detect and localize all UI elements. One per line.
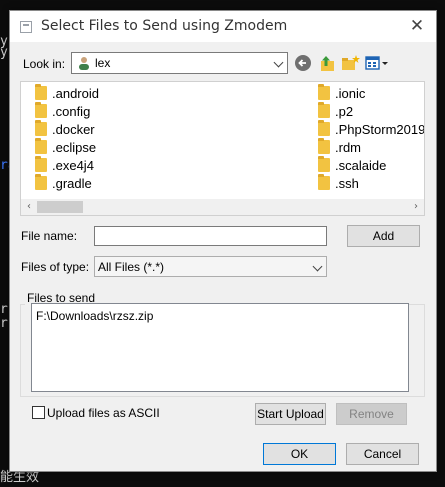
app-icon (20, 21, 32, 33)
files-of-type-value: All Files (*.*) (98, 260, 165, 274)
chevron-down-icon (273, 57, 284, 68)
new-folder-icon[interactable] (340, 53, 360, 73)
scroll-left-icon[interactable]: ‹ (24, 202, 34, 212)
cancel-button[interactable]: Cancel (346, 443, 419, 465)
folder-icon (318, 174, 330, 190)
folder-icon (35, 84, 47, 100)
close-icon[interactable]: ✕ (402, 13, 432, 39)
list-item[interactable]: .ionic (318, 84, 365, 103)
terminal-text-2: y (0, 45, 8, 60)
list-item[interactable]: .exe4j4 (35, 156, 94, 175)
chevron-down-icon (312, 261, 323, 271)
list-item[interactable]: .rdm (318, 138, 361, 157)
list-item[interactable]: .gradle (35, 174, 92, 193)
list-item[interactable]: .PhpStorm2019.2 (318, 120, 424, 139)
up-folder-icon[interactable] (317, 53, 337, 73)
add-button[interactable]: Add (347, 225, 420, 247)
horizontal-scrollbar[interactable]: ‹ › (21, 199, 424, 215)
upload-ascii-checkbox[interactable] (32, 406, 45, 419)
folder-icon (318, 102, 330, 118)
folder-icon (35, 174, 47, 190)
file-name-label: File name: (21, 229, 78, 243)
file-name-input[interactable] (94, 226, 327, 246)
title-bar[interactable]: Select Files to Send using Zmodem ✕ (10, 11, 436, 42)
start-upload-button[interactable]: Start Upload (255, 403, 326, 425)
look-in-value: lex (95, 56, 111, 70)
list-item[interactable]: .p2 (318, 102, 353, 121)
folder-icon (35, 120, 47, 136)
view-menu-icon[interactable] (364, 53, 390, 73)
files-to-send-list[interactable]: F:\Downloads\rzsz.zip (31, 303, 409, 392)
scroll-right-icon[interactable]: › (411, 202, 421, 212)
list-item[interactable]: .docker (35, 120, 95, 139)
terminal-text-5: r (0, 316, 8, 331)
back-arrow-icon[interactable] (293, 53, 313, 73)
ok-button[interactable]: OK (263, 443, 336, 465)
folder-list[interactable]: .android .config .docker .eclipse .exe4j… (20, 81, 425, 216)
folder-icon (318, 156, 330, 172)
user-icon (77, 56, 91, 70)
list-item[interactable]: .scalaide (318, 156, 386, 175)
list-item[interactable]: .android (35, 84, 99, 103)
folder-icon (35, 138, 47, 154)
upload-ascii-label[interactable]: Upload files as ASCII (47, 406, 160, 420)
scrollbar-thumb[interactable] (37, 201, 83, 213)
folder-icon (318, 138, 330, 154)
dialog-title: Select Files to Send using Zmodem (41, 18, 288, 34)
remove-button[interactable]: Remove (336, 403, 407, 425)
list-item[interactable]: .config (35, 102, 90, 121)
list-item[interactable]: F:\Downloads\rzsz.zip (36, 309, 153, 323)
files-of-type-label: Files of type: (21, 260, 90, 274)
look-in-label: Look in: (23, 57, 66, 71)
look-in-dropdown[interactable]: lex (71, 52, 288, 74)
folder-icon (318, 84, 330, 100)
file-send-dialog: Select Files to Send using Zmodem ✕ Look… (9, 10, 437, 472)
folder-icon (318, 120, 330, 136)
folder-icon (35, 102, 47, 118)
folder-icon (35, 156, 47, 172)
list-item[interactable]: .eclipse (35, 138, 96, 157)
terminal-text-4: r (0, 302, 8, 317)
list-item[interactable]: .ssh (318, 174, 359, 193)
files-of-type-dropdown[interactable]: All Files (*.*) (94, 256, 327, 277)
terminal-text-6: 能生效 (0, 470, 40, 485)
